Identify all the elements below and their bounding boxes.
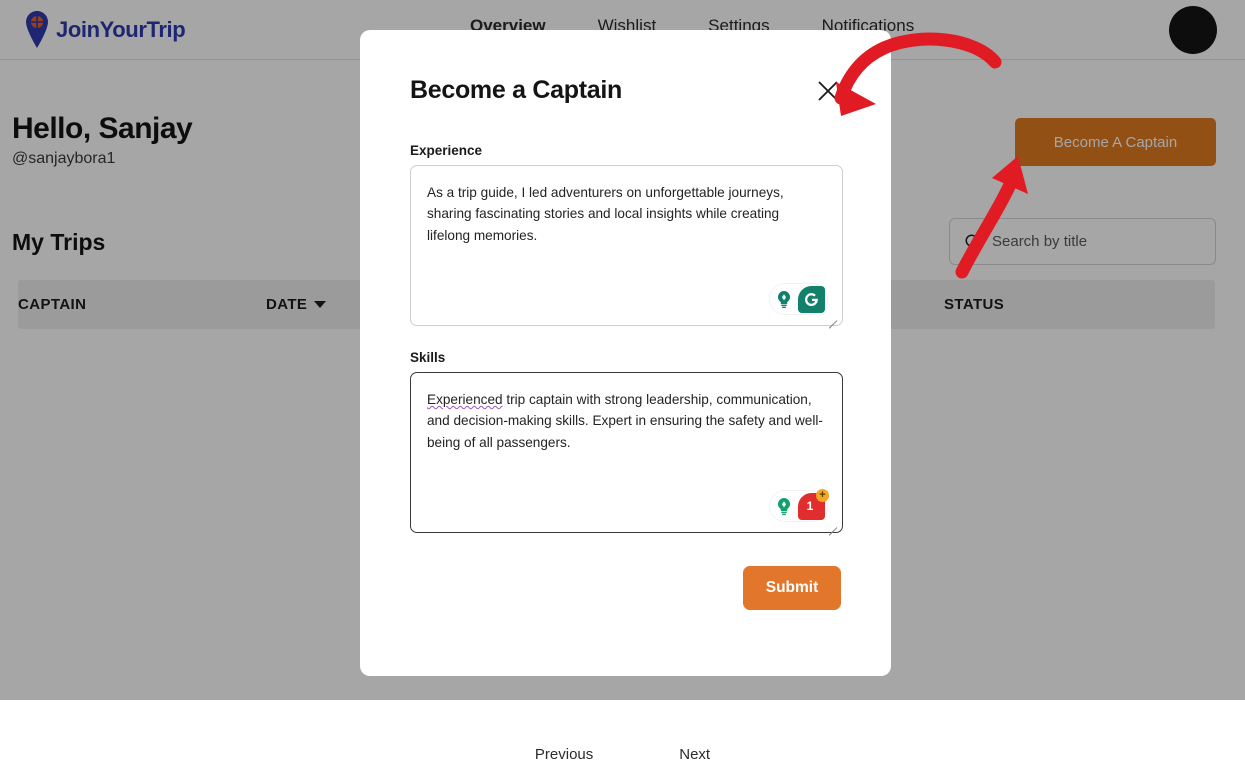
skills-label: Skills bbox=[410, 350, 841, 365]
lightbulb-icon[interactable] bbox=[772, 287, 796, 311]
grammarly-logo-icon[interactable] bbox=[798, 286, 825, 313]
skills-field: Experienced trip captain with strong lea… bbox=[410, 372, 841, 533]
close-icon bbox=[815, 78, 841, 104]
pagination-previous[interactable]: Previous bbox=[535, 746, 593, 763]
experience-field: As a trip guide, I led adventurers on un… bbox=[410, 165, 841, 326]
grammarly-premium-badge: + bbox=[816, 489, 829, 502]
pagination: Previous Next bbox=[0, 746, 1245, 763]
misspelled-word: Experienced bbox=[427, 392, 503, 407]
become-a-captain-modal: Become a Captain Experience As a trip gu… bbox=[360, 30, 891, 676]
grammarly-widget-experience[interactable] bbox=[770, 284, 827, 314]
grammarly-logo-icon[interactable]: 1 + bbox=[798, 493, 825, 520]
submit-button[interactable]: Submit bbox=[743, 566, 841, 610]
modal-title: Become a Captain bbox=[410, 76, 622, 105]
grammarly-widget-skills[interactable]: 1 + bbox=[770, 491, 827, 521]
modal-footer: Submit bbox=[410, 566, 841, 610]
lightbulb-icon[interactable] bbox=[772, 494, 796, 518]
experience-label: Experience bbox=[410, 143, 841, 158]
pagination-next[interactable]: Next bbox=[679, 746, 710, 763]
modal-header: Become a Captain bbox=[410, 64, 841, 105]
close-button[interactable] bbox=[815, 78, 841, 104]
